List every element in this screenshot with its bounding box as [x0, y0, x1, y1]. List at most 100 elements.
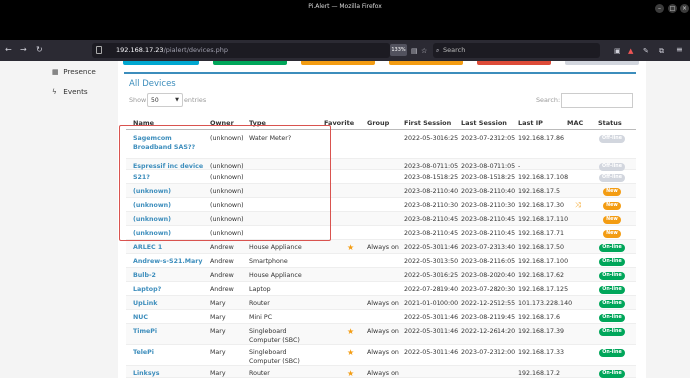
summary-tile-down[interactable] — [477, 61, 551, 65]
table-row[interactable]: TimePi Mary Singleboard Computer (SBC) ★ Alw… — [126, 324, 636, 345]
device-owner: Andrew — [210, 286, 234, 293]
menu-icon[interactable]: ≡ — [676, 45, 683, 55]
col-header-status[interactable]: Status — [598, 119, 622, 127]
first-session-date: 2023-08-21 — [404, 230, 441, 237]
last-session-time: 13:40 — [497, 244, 516, 251]
device-owner: Andrew — [210, 244, 234, 251]
summary-tile-all[interactable] — [123, 61, 199, 65]
device-type: Singleboard Computer (SBC) — [249, 328, 300, 344]
table-row[interactable]: Linksys Mary Router ★ Always on 192.168.17.2 O… — [126, 366, 636, 378]
reader-view-icon[interactable]: ▤ — [411, 46, 418, 56]
col-header-mac[interactable]: MAC — [567, 119, 583, 127]
device-type: Router — [249, 370, 270, 377]
last-session-date: 2023-08-21 — [461, 314, 498, 321]
col-header-first-session[interactable]: First Session — [404, 119, 451, 127]
first-session-time: 16:25 — [440, 272, 459, 279]
status-badge: On-line — [599, 349, 625, 357]
bookmark-star-icon[interactable]: ☆ — [421, 46, 427, 56]
device-group: Always on — [367, 244, 399, 251]
first-session-date: 2021-01-01 — [404, 300, 441, 307]
device-name-link[interactable]: UpLink — [133, 299, 205, 308]
col-header-last-session[interactable]: Last Session — [461, 119, 507, 127]
device-group: Always on — [367, 300, 399, 307]
last-ip: 192.168.17.33 — [518, 349, 565, 356]
last-ip: 192.168.17.71 — [518, 230, 565, 237]
first-session-time: 11:46 — [440, 349, 459, 356]
sidebar-item-label: Events — [63, 87, 88, 96]
sidebar: ▦ Presence ϟ Events — [0, 61, 118, 378]
table-row[interactable]: ARLEC 1 Andrew House Appliance ★ Always on 20… — [126, 240, 636, 254]
last-session-date: 2023-08-21 — [461, 188, 498, 195]
last-session-time: 20:40 — [497, 272, 516, 279]
minimize-icon[interactable]: – — [655, 4, 664, 13]
device-type: Laptop — [249, 286, 271, 293]
device-name-link[interactable]: Andrew-s-S21.Mary — [133, 257, 205, 266]
last-ip: 192.168.17.6 — [518, 314, 561, 321]
sidebar-item-label: Presence — [63, 67, 96, 76]
device-name-link[interactable]: TimePi — [133, 327, 205, 336]
last-session-date: 2022-12-25 — [461, 300, 498, 307]
device-owner: Mary — [210, 370, 226, 377]
close-icon[interactable]: × — [680, 4, 689, 13]
table-row[interactable]: Laptop? Andrew Laptop 2022-07-28 19:40 2023-0… — [126, 282, 636, 296]
entries-label: entries — [184, 96, 207, 104]
bolt-icon: ϟ — [52, 88, 57, 96]
pocket-icon[interactable]: ▣ — [614, 46, 621, 56]
last-ip: 192.168.17.108 — [518, 174, 569, 181]
sidebar-item-events[interactable]: ϟ Events — [52, 87, 88, 96]
device-name-link[interactable]: Bulb-2 — [133, 271, 205, 280]
col-header-group[interactable]: Group — [367, 119, 389, 127]
summary-tile-favorites[interactable] — [301, 61, 375, 65]
device-type: Router — [249, 300, 270, 307]
status-badge: On-line — [599, 300, 625, 308]
summary-tile-connected[interactable] — [213, 61, 287, 65]
first-session-date: 2022-05-30 — [404, 244, 441, 251]
forward-icon[interactable]: → — [20, 45, 27, 55]
last-session-time: 14:20 — [497, 328, 516, 335]
last-session-time: 12:55 — [497, 300, 516, 307]
device-name-link[interactable]: ARLEC 1 — [133, 243, 205, 252]
search-bar[interactable]: ⌕ Search — [433, 43, 600, 58]
status-badge: On-line — [599, 328, 625, 336]
table-row[interactable]: Andrew-s-S21.Mary Andrew Smartphone 2022-05… — [126, 254, 636, 268]
sidebar-item-presence[interactable]: ▦ Presence — [52, 67, 96, 76]
last-session-time: 10:40 — [497, 188, 516, 195]
table-search-input[interactable] — [561, 93, 633, 108]
device-name-link[interactable]: TelePi — [133, 348, 205, 357]
url-bar[interactable]: 192.168.17.23/pialert/devices.php — [92, 43, 390, 58]
back-icon[interactable]: ← — [5, 45, 12, 55]
last-session-time: 20:30 — [497, 286, 516, 293]
table-row[interactable]: UpLink Mary Router Always on 2021-01-01 00:00… — [126, 296, 636, 310]
first-session-date: 2022-05-30 — [404, 328, 441, 335]
table-row[interactable]: NUC Mary Mini PC 2022-05-30 11:46 2023-08-21 1… — [126, 310, 636, 324]
reload-icon[interactable]: ↻ — [36, 45, 43, 55]
zoom-level[interactable]: 133% — [390, 44, 407, 56]
device-name-link[interactable]: Linksys — [133, 369, 205, 378]
last-session-time: 12:00 — [497, 349, 516, 356]
maximize-icon[interactable]: □ — [668, 4, 677, 13]
first-session-date: 2022-05-30 — [404, 135, 441, 142]
calendar-icon: ▦ — [52, 68, 59, 76]
last-session-date: 2023-08-21 — [461, 202, 498, 209]
summary-tile-new[interactable] — [389, 61, 463, 65]
page-length-select[interactable]: 50 ▼ — [147, 93, 183, 107]
last-session-date: 2023-07-28 — [461, 286, 498, 293]
last-session-time: 10:45 — [497, 230, 516, 237]
device-type: House Appliance — [249, 244, 302, 251]
table-row[interactable]: Bulb-2 Andrew House Appliance 2022-05-30 16:… — [126, 268, 636, 282]
last-ip: 192.168.17.125 — [518, 286, 569, 293]
table-row[interactable]: TelePi Mary Singleboard Computer (SBC) ★ Alw… — [126, 345, 636, 366]
first-session-time: 11:46 — [440, 328, 459, 335]
extension-icon[interactable]: ▲ — [628, 46, 633, 56]
extensions-icon[interactable]: ⧉ — [659, 46, 664, 56]
summary-tile-archived[interactable] — [565, 61, 639, 65]
device-name-link[interactable]: Laptop? — [133, 285, 205, 294]
status-badge: On-line — [599, 314, 625, 322]
first-session-time: 10:40 — [440, 188, 459, 195]
device-type: Smartphone — [249, 258, 288, 265]
pen-icon[interactable]: ✎ — [643, 46, 649, 56]
device-name-link[interactable]: NUC — [133, 313, 205, 322]
col-header-last-ip[interactable]: Last IP — [518, 119, 543, 127]
last-ip: 192.168.17.39 — [518, 328, 565, 335]
last-ip: 192.168.17.86 — [518, 135, 565, 142]
